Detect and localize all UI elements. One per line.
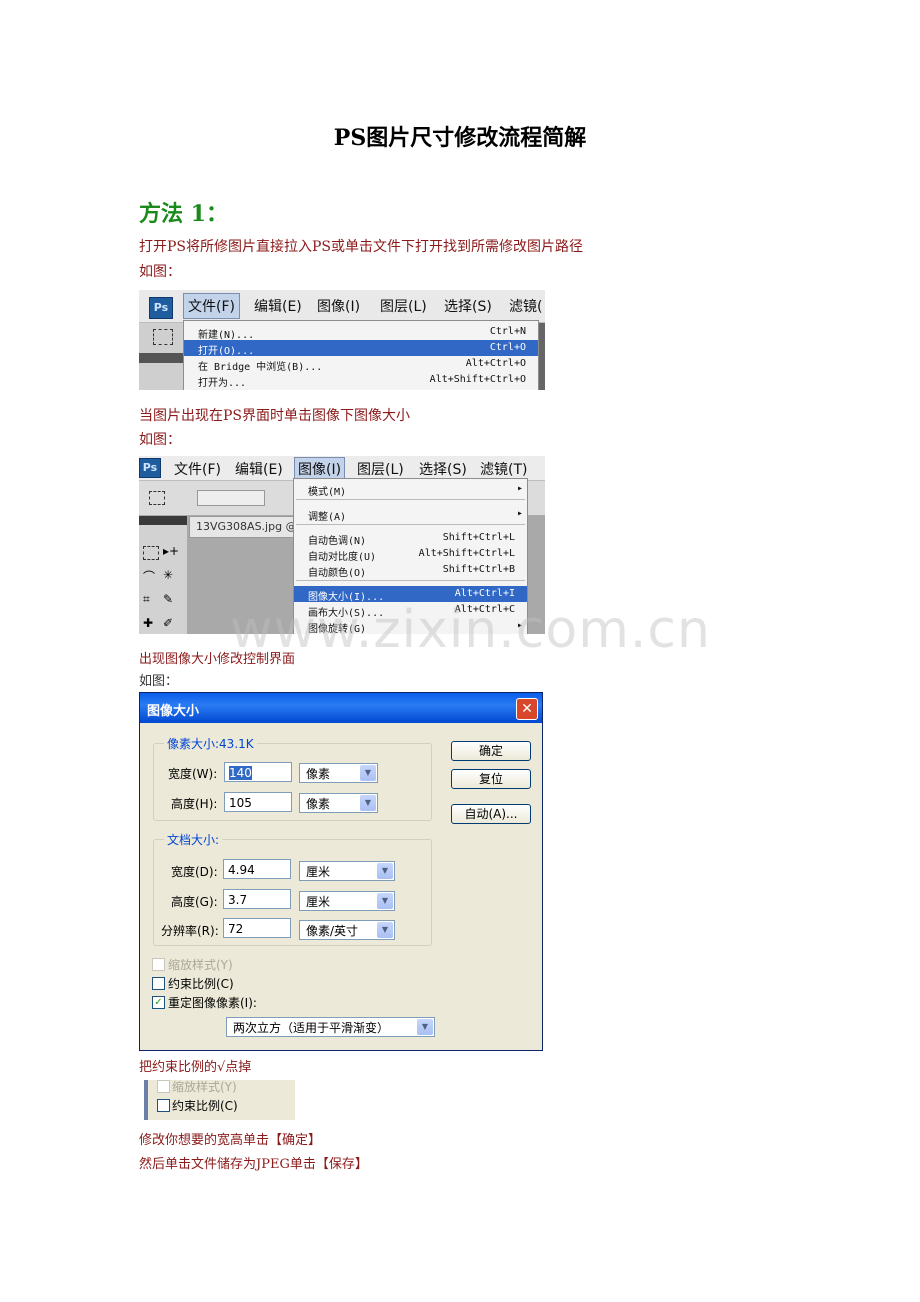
menu-select[interactable]: 选择(S) [444,296,492,316]
menu-item-new[interactable]: 新建(N)... Ctrl+N [184,324,538,341]
pixel-height-unit-select[interactable]: 像素 ▼ [299,793,378,813]
pixel-width-unit-select[interactable]: 像素 ▼ [299,763,378,783]
menu-item-open[interactable]: 打开(O)... Ctrl+O [184,340,538,357]
constrain-proportions-checkbox[interactable] [157,1099,170,1112]
marquee-tool-icon[interactable] [149,491,165,505]
step-4-text: 把约束比例的√点掉 [139,1060,252,1075]
panel-collapse-bar [139,353,183,363]
chevron-down-icon: ▼ [377,893,393,909]
pixel-height-input[interactable]: 105 [224,792,292,812]
image-size-dialog: 图像大小 ✕ 像素大小:43.1K 宽度(W): 140 像素 ▼ 高度(H): … [139,692,543,1051]
chevron-down-icon: ▼ [377,922,393,938]
chevron-down-icon: ▼ [360,795,376,811]
menu-item-adjust[interactable]: 调整(A) ▸ [294,506,527,523]
marquee-tool-icon[interactable] [153,329,173,345]
constrain-proportions-label: 约束比例(C) [168,977,234,991]
doc-width-label: 宽度(D): [171,865,218,879]
menu-file[interactable]: 文件(F) [183,293,240,319]
selection-mode-icons[interactable] [197,490,265,506]
dialog-title: 图像大小 [147,704,200,719]
menu-item-auto-color[interactable]: 自动颜色(O) Shift+Ctrl+B [294,562,527,579]
menu-item-auto-tone[interactable]: 自动色调(N) Shift+Ctrl+L [294,530,527,547]
menu-item-open-as[interactable]: 打开为... Alt+Shift+Ctrl+O [184,372,538,389]
chevron-down-icon: ▼ [417,1019,433,1035]
ps-toolbar: ▸+ ⌒ ✳ ⌗ ✎ ✚ ✐ [139,516,187,634]
menu-layer[interactable]: 图层(L) [357,459,404,479]
resolution-label: 分辨率(R): [161,924,219,938]
magic-wand-icon[interactable]: ✳ [163,568,173,582]
crop-tool-icon[interactable]: ⌗ [143,592,150,607]
menu-image[interactable]: 图像(I) [317,296,360,316]
figure-caption-1: 如图： [139,264,181,280]
step-2-text: 当图片出现在PS界面时单击图像下图像大小 [139,408,411,424]
resample-label: 重定图像像素(I): [168,996,257,1010]
photoshop-logo-icon: Ps [139,458,161,478]
step-6-text: 然后单击文件储存为JPEG单击【保存】 [139,1157,368,1172]
menu-file[interactable]: 文件(F) [174,459,221,479]
constrain-snippet: 缩放样式(Y) 约束比例(C) [144,1080,295,1120]
resolution-unit-select[interactable]: 像素/英寸 ▼ [299,920,395,940]
move-tool-icon[interactable]: ▸+ [163,544,179,558]
document-size-label: 文档大小: [164,831,223,848]
reset-button[interactable]: 复位 [451,769,531,789]
menu-edit[interactable]: 编辑(E) [235,459,283,479]
file-menu-dropdown: 新建(N)... Ctrl+N 打开(O)... Ctrl+O 在 Bridge 中… [183,320,539,390]
scale-styles-checkbox[interactable] [152,958,165,971]
scale-styles-label: 缩放样式(Y) [172,1080,237,1094]
photoshop-logo-icon: Ps [149,297,173,319]
menu-layer[interactable]: 图层(L) [380,296,427,316]
step-3-text: 出现图像大小修改控制界面 [139,652,296,667]
ps-toolbar [139,323,184,390]
lasso-tool-icon[interactable]: ⌒ [143,568,155,585]
healing-brush-icon[interactable]: ✚ [143,616,153,630]
chevron-down-icon: ▼ [377,863,393,879]
screenshot-file-menu: Ps 文件(F) 编辑(E) 图像(I) 图层(L) 选择(S) 滤镜( 新建(… [139,290,545,390]
snippet-edge [144,1080,148,1120]
step-5-text: 修改你想要的宽高单击【确定】 [139,1133,322,1148]
close-icon[interactable]: ✕ [516,698,538,720]
ok-button[interactable]: 确定 [451,741,531,761]
figure-caption-3: 如图： [139,674,179,689]
menu-select[interactable]: 选择(S) [419,459,467,479]
pixel-width-input[interactable]: 140 [224,762,292,782]
pixel-dimensions-label: 像素大小:43.1K [164,735,257,752]
menu-item-auto-contrast[interactable]: 自动对比度(U) Alt+Shift+Ctrl+L [294,546,527,563]
method-heading: 方法 1： [139,201,228,227]
menu-edit[interactable]: 编辑(E) [254,296,302,316]
scale-styles-label: 缩放样式(Y) [168,958,233,972]
constrain-proportions-label: 约束比例(C) [172,1099,238,1113]
dialog-titlebar[interactable]: 图像大小 ✕ [140,693,542,723]
constrain-proportions-checkbox[interactable] [152,977,165,990]
chevron-down-icon: ▼ [360,765,376,781]
menu-filter[interactable]: 滤镜( [509,296,542,316]
doc-height-unit-select[interactable]: 厘米 ▼ [299,891,395,911]
panel-header-bar [139,516,187,525]
figure-caption-2: 如图： [139,432,181,448]
menu-item-mode[interactable]: 模式(M) ▸ [294,481,527,498]
doc-width-unit-select[interactable]: 厘米 ▼ [299,861,395,881]
auto-button[interactable]: 自动(A)... [451,804,531,824]
ps-menubar: Ps 文件(F) 编辑(E) 图像(I) 图层(L) 选择(S) 滤镜( [139,290,545,323]
watermark: www.zixin.com.cn [230,600,711,660]
marquee-tool-icon[interactable] [143,546,159,560]
scale-styles-checkbox[interactable] [157,1080,170,1093]
resample-checkbox[interactable]: ✓ [152,996,165,1009]
page-title: PS图片尺寸修改流程简解 [333,125,587,151]
eyedropper-icon[interactable]: ✎ [163,592,173,606]
step-1-text: 打开PS将所修图片直接拉入PS或单击文件下打开找到所需修改图片路径 [139,239,584,255]
resample-method-select[interactable]: 两次立方（适用于平滑渐变） ▼ [226,1017,435,1037]
menu-filter[interactable]: 滤镜(T) [480,459,527,479]
resolution-input[interactable]: 72 [223,918,291,938]
menu-item-bridge[interactable]: 在 Bridge 中浏览(B)... Alt+Ctrl+O [184,356,538,373]
height-label: 高度(H): [171,797,218,811]
brush-tool-icon[interactable]: ✐ [163,616,173,630]
doc-height-label: 高度(G): [171,895,218,909]
width-label: 宽度(W): [168,767,218,781]
doc-width-input[interactable]: 4.94 [223,859,291,879]
doc-height-input[interactable]: 3.7 [223,889,291,909]
